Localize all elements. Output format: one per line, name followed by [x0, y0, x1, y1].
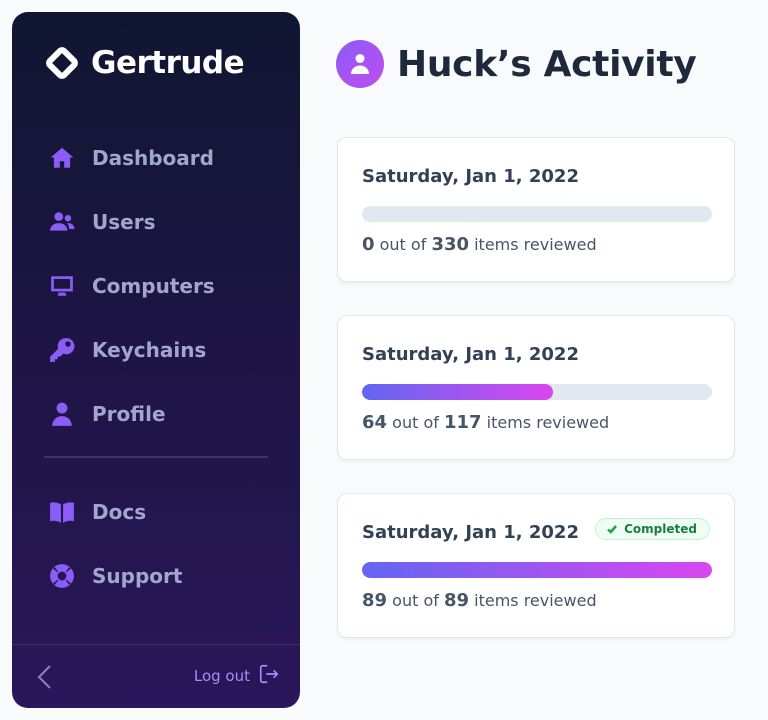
page-title: Huck’s Activity [397, 43, 697, 85]
collapse-sidebar-button[interactable] [34, 663, 56, 691]
sidebar-footer: Log out [12, 644, 300, 708]
day-date: Saturday, Jan 1, 2022 [362, 522, 579, 543]
sidebar-item-label: Users [92, 210, 156, 234]
items-reviewed-text: items reviewed [486, 413, 610, 432]
chevron-left-icon [37, 665, 51, 689]
sidebar-item-computers[interactable]: Computers [48, 254, 288, 318]
user-icon [48, 400, 76, 428]
progress-bar [362, 384, 712, 400]
sidebar-item-label: Keychains [92, 338, 207, 362]
out-of-text: out of [392, 591, 439, 610]
total-count: 330 [431, 234, 470, 255]
out-of-text: out of [392, 413, 439, 432]
sidebar-item-label: Profile [92, 402, 166, 426]
brand[interactable]: Gertrude [43, 44, 245, 82]
secondary-nav: Docs Support [48, 480, 288, 608]
key-icon [48, 336, 76, 364]
reviewed-count: 64 [362, 412, 388, 433]
user-icon [351, 54, 369, 74]
reviewed-count: 89 [362, 590, 388, 611]
progress-fill [362, 562, 712, 578]
sidebar-item-label: Support [92, 564, 183, 588]
primary-nav: Dashboard Users Computers Keychains Prof… [48, 126, 288, 446]
desktop-icon [48, 272, 76, 300]
gertrude-logo-icon [46, 47, 78, 79]
sidebar-divider [44, 456, 268, 458]
logout-icon [258, 663, 280, 689]
badge-label: Completed [624, 522, 697, 536]
review-stats: 0 out of 330 items reviewed [362, 234, 597, 255]
check-icon [607, 525, 618, 534]
page-header: Huck’s Activity [336, 40, 697, 88]
sidebar-item-label: Dashboard [92, 146, 214, 170]
review-stats: 89 out of 89 items reviewed [362, 590, 597, 611]
total-count: 117 [443, 412, 482, 433]
logout-button[interactable]: Log out [194, 663, 280, 689]
logout-label: Log out [193, 667, 250, 685]
out-of-text: out of [379, 235, 427, 254]
progress-bar [362, 206, 712, 222]
progress-fill [362, 384, 554, 400]
activity-day-card[interactable]: Saturday, Jan 1, 2022 64 out of 117 item… [337, 315, 735, 460]
sidebar-item-support[interactable]: Support [48, 544, 288, 608]
sidebar-item-profile[interactable]: Profile [48, 382, 288, 446]
sidebar-item-label: Docs [92, 500, 147, 524]
day-date: Saturday, Jan 1, 2022 [362, 344, 579, 365]
reviewed-count: 0 [362, 234, 375, 255]
app-name: Gertrude [91, 45, 245, 81]
book-icon [48, 498, 76, 526]
completed-badge: Completed [595, 518, 710, 540]
avatar [336, 40, 384, 88]
home-icon [48, 144, 76, 172]
activity-day-card[interactable]: Saturday, Jan 1, 2022 0 out of 330 items… [337, 137, 735, 282]
sidebar-item-keychains[interactable]: Keychains [48, 318, 288, 382]
total-count: 89 [443, 590, 470, 611]
sidebar-item-docs[interactable]: Docs [48, 480, 288, 544]
lifebuoy-icon [48, 562, 76, 590]
sidebar-item-users[interactable]: Users [48, 190, 288, 254]
sidebar-item-label: Computers [92, 274, 215, 298]
sidebar: Gertrude Dashboard Users Computers Keych… [12, 12, 300, 708]
items-reviewed-text: items reviewed [474, 235, 597, 254]
progress-bar [362, 562, 712, 578]
review-stats: 64 out of 117 items reviewed [362, 412, 609, 433]
items-reviewed-text: items reviewed [474, 591, 597, 610]
sidebar-item-dashboard[interactable]: Dashboard [48, 126, 288, 190]
activity-day-card[interactable]: Saturday, Jan 1, 2022 Completed 89 out o… [337, 493, 735, 638]
users-icon [48, 208, 76, 236]
day-date: Saturday, Jan 1, 2022 [362, 166, 579, 187]
